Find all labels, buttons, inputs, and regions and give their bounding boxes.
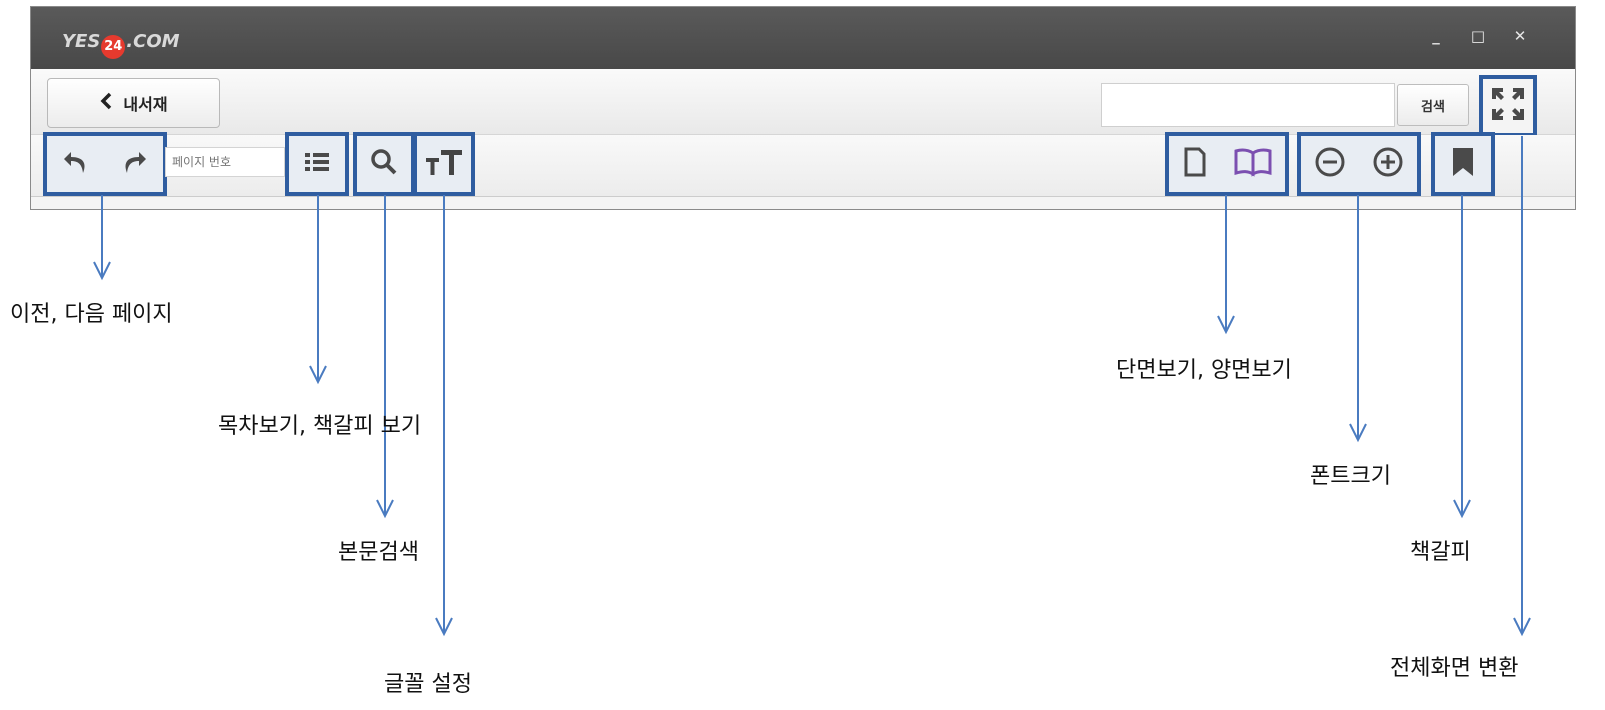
annotation-font-setting: 글꼴 설정: [384, 672, 472, 697]
annotation-fullscreen: 전체화면 변환: [1390, 656, 1519, 681]
annotation-bookmark: 책갈피: [1410, 540, 1471, 565]
annotation-arrows: [93, 136, 1531, 637]
annotation-text-search: 본문검색: [338, 540, 419, 565]
annotation-page-view: 단면보기, 양면보기: [1116, 358, 1292, 383]
annotation-prev-next: 이전, 다음 페이지: [10, 302, 173, 327]
annotation-toc-bookmark: 목차보기, 책갈피 보기: [218, 414, 422, 439]
annotation-font-size: 폰트크기: [1310, 464, 1391, 489]
